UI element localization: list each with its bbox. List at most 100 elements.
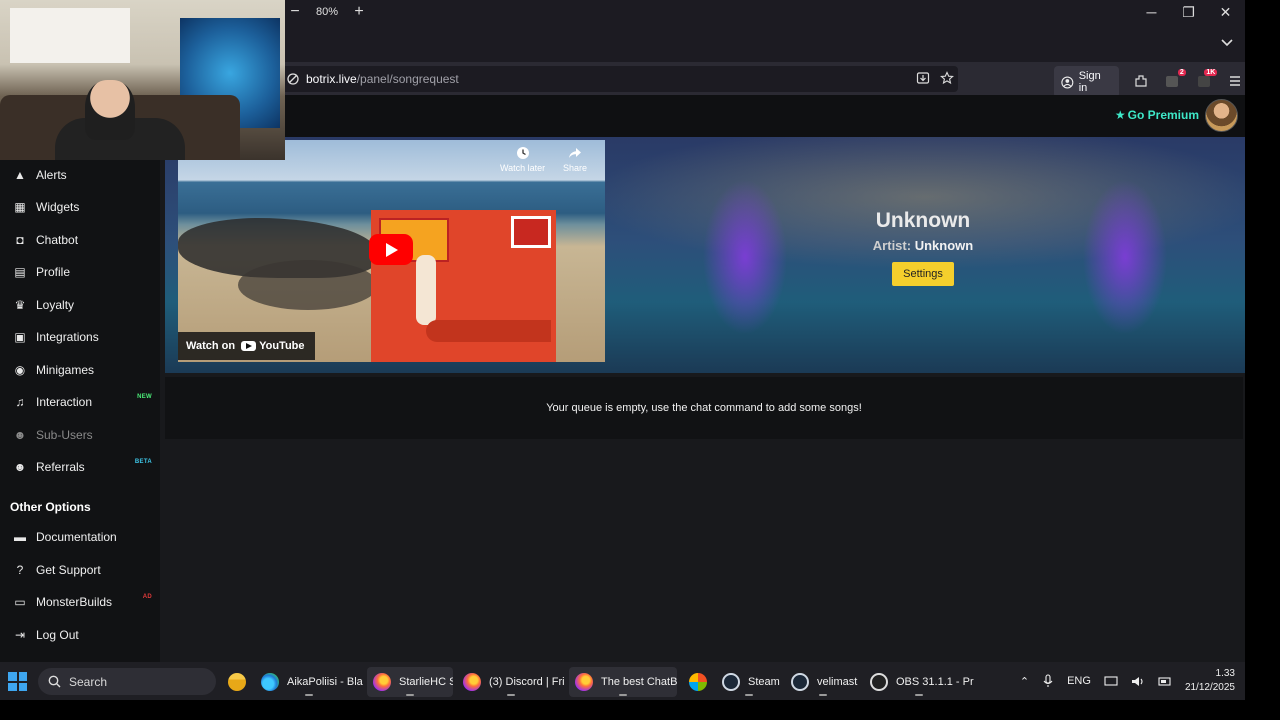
clock-time: 1.33: [1215, 668, 1235, 679]
sidebar-item-minigames[interactable]: ◉ Minigames: [0, 356, 160, 384]
sidebar-item-loyalty[interactable]: ♛ Loyalty: [0, 291, 160, 319]
search-placeholder: Search: [69, 674, 108, 689]
firefox-icon: [373, 673, 391, 691]
watch-later-button[interactable]: Watch later: [500, 146, 545, 173]
thumbnail-frame: [511, 216, 551, 248]
bookmark-star-icon[interactable]: [940, 71, 954, 85]
close-icon[interactable]: ✕: [1218, 4, 1233, 21]
taskbar-app-steam[interactable]: Steam: [716, 667, 782, 697]
edge-icon: [261, 673, 279, 691]
laptop-icon: ▭: [14, 595, 26, 609]
sidebar-item-integrations[interactable]: ▣ Integrations: [0, 323, 160, 351]
extension-badge-icon[interactable]: 2: [1164, 69, 1186, 91]
sidebar: ▲ Alerts ▦ Widgets ◘ Chatbot ▤ Profile ♛…: [0, 137, 160, 662]
taskbar-app-firefox-3[interactable]: The best ChatBc: [569, 667, 677, 697]
tracking-protection-icon[interactable]: [286, 72, 300, 86]
microphone-icon[interactable]: [1042, 674, 1054, 688]
sidebar-item-monsterbuilds[interactable]: ▭ MonsterBuilds AD: [0, 588, 160, 616]
queue-empty-message: Your queue is empty, use the chat comman…: [546, 402, 862, 414]
start-button-windows-icon[interactable]: [8, 672, 27, 691]
menu-hamburger-icon[interactable]: [1227, 73, 1245, 91]
restore-icon[interactable]: ❐: [1181, 4, 1196, 21]
url-actions: [916, 71, 954, 85]
sidebar-item-label: Referrals: [36, 460, 85, 474]
music-icon: ♫: [15, 395, 25, 409]
zoom-in-button[interactable]: +: [352, 4, 366, 20]
sidebar-item-label: Integrations: [36, 330, 99, 344]
chevron-up-icon[interactable]: ⌃: [1020, 675, 1029, 688]
taskbar: Search AikaPoliisi - Blac StarlieHC S (3…: [0, 662, 1245, 700]
sidebar-item-profile[interactable]: ▤ Profile: [0, 258, 160, 286]
taskbar-app-label: velimast: [817, 676, 858, 688]
running-indicator: [507, 694, 515, 696]
sidebar-item-referrals[interactable]: ☻ Referrals BETA: [0, 453, 160, 481]
sidebar-item-label: Interaction: [36, 395, 93, 409]
robot-icon: ◘: [16, 233, 24, 247]
zoom-level[interactable]: 80%: [316, 6, 338, 18]
steam-icon: [722, 673, 740, 691]
taskbar-app-label: AikaPoliisi - Blac: [287, 676, 363, 688]
settings-button[interactable]: Settings: [892, 262, 954, 286]
taskbar-app-edge[interactable]: AikaPoliisi - Blac: [255, 667, 363, 697]
sidebar-item-label: Chatbot: [36, 233, 79, 247]
taskbar-app-file-explorer[interactable]: [222, 667, 250, 697]
taskbar-app-firefox-1[interactable]: StarlieHC S: [367, 667, 453, 697]
docs-icon: ▬: [14, 530, 26, 544]
sidebar-item-interaction[interactable]: ♫ Interaction NEW: [0, 388, 160, 416]
sidebar-item-log-out[interactable]: ⇥ Log Out: [0, 621, 160, 649]
sidebar-item-sub-users[interactable]: ☻ Sub-Users: [0, 421, 160, 449]
sidebar-item-widgets[interactable]: ▦ Widgets: [0, 193, 160, 221]
volume-icon[interactable]: [1131, 675, 1145, 688]
display-icon[interactable]: [1104, 675, 1118, 688]
language-indicator[interactable]: ENG: [1067, 675, 1091, 687]
sidebar-item-get-support[interactable]: ? Get Support: [0, 556, 160, 584]
youtube-play-button[interactable]: [369, 234, 413, 265]
address-bar[interactable]: botrix.live/panel/songrequest: [280, 66, 958, 92]
user-avatar[interactable]: [1205, 99, 1238, 132]
sidebar-item-label: Loyalty: [36, 298, 75, 312]
taskbar-app-label: StarlieHC S: [399, 676, 453, 688]
extension-2-icon[interactable]: 1K: [1196, 69, 1218, 91]
taskbar-app-label: OBS 31.1.1 - Prof: [896, 676, 974, 688]
sidebar-item-label: Get Support: [36, 563, 101, 577]
save-page-icon[interactable]: [916, 71, 930, 85]
taskbar-app-steam-2[interactable]: velimast: [785, 667, 861, 697]
minimize-icon[interactable]: ─: [1144, 4, 1159, 21]
taskbar-app-store[interactable]: [683, 667, 711, 697]
logout-icon: ⇥: [14, 628, 26, 642]
go-premium-label: Go Premium: [1127, 108, 1199, 122]
thumbnail-figure: [416, 255, 436, 325]
list-tabs-chevron-icon[interactable]: [1219, 36, 1235, 50]
youtube-logo-icon: [241, 341, 257, 351]
running-indicator: [619, 694, 627, 696]
video-thumbnail-rocks-2: [238, 260, 378, 310]
song-queue: Your queue is empty, use the chat comman…: [165, 377, 1243, 439]
running-indicator: [915, 694, 923, 696]
go-premium-button[interactable]: ★ Go Premium: [1115, 108, 1199, 122]
search-icon: [48, 675, 61, 688]
youtube-embed[interactable]: Watch later Share Watch on YouTube: [178, 140, 605, 362]
now-playing-panel: Watch later Share Watch on YouTube Unkno…: [165, 137, 1245, 373]
sidebar-item-label: Widgets: [36, 200, 80, 214]
taskbar-app-firefox-2[interactable]: (3) Discord | Frie: [457, 667, 565, 697]
sidebar-item-label: Alerts: [36, 168, 67, 182]
folder-icon: [228, 673, 246, 691]
taskbar-clock[interactable]: 1.33 21/12/2025: [1185, 667, 1235, 695]
running-indicator: [819, 694, 827, 696]
sidebar-item-chatbot[interactable]: ◘ Chatbot: [0, 226, 160, 254]
battery-network-icon[interactable]: [1158, 675, 1172, 688]
url-host: botrix.live: [306, 72, 357, 86]
firefox-icon: [463, 673, 481, 691]
share-button[interactable]: Share: [563, 146, 587, 173]
zoom-out-button[interactable]: −: [288, 4, 302, 20]
watch-on-youtube-button[interactable]: Watch on YouTube: [178, 332, 315, 360]
sign-in-button[interactable]: Sign in: [1054, 66, 1119, 98]
taskbar-app-obs[interactable]: OBS 31.1.1 - Prof: [864, 667, 974, 697]
sidebar-item-documentation[interactable]: ▬ Documentation: [0, 523, 160, 551]
sidebar-item-alerts[interactable]: ▲ Alerts: [0, 161, 160, 189]
extension-2-count: 1K: [1204, 69, 1218, 76]
extensions-icon[interactable]: [1133, 73, 1151, 91]
clock-icon: [516, 147, 529, 159]
taskbar-search[interactable]: Search: [38, 668, 216, 695]
beta-badge: BETA: [134, 459, 152, 465]
